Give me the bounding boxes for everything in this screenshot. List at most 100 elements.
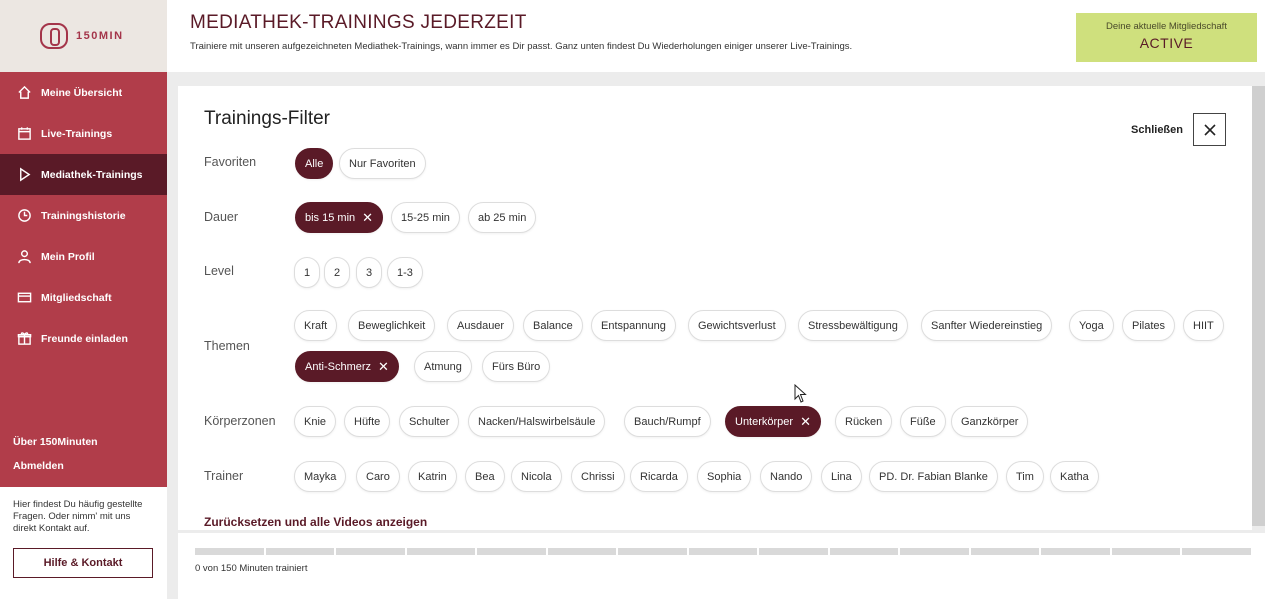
- sidebar-item-invite[interactable]: Freunde einladen: [0, 318, 167, 359]
- chip-level-3[interactable]: 3: [356, 257, 383, 288]
- chip-zone[interactable]: Füße: [900, 406, 946, 437]
- user-icon: [17, 249, 32, 264]
- progress-segment: [900, 548, 969, 555]
- chip-theme[interactable]: HIIT: [1183, 310, 1224, 341]
- chip-zone[interactable]: Schulter: [399, 406, 460, 437]
- help-text: Hier findest Du häufig gestellte Fragen.…: [13, 499, 143, 534]
- chip-duration-15-25[interactable]: 15-25 min: [391, 202, 460, 233]
- chip-zone[interactable]: Ganzkörper: [951, 406, 1029, 437]
- chip-theme[interactable]: Pilates: [1122, 310, 1176, 341]
- chip-theme-anti-schmerz[interactable]: Anti-Schmerz ✕: [295, 351, 399, 382]
- progress-segment: [618, 548, 687, 555]
- sidebar-item-overview[interactable]: Meine Übersicht: [0, 72, 167, 113]
- chip-trainer[interactable]: Mayka: [294, 461, 347, 492]
- chip-favorites-only[interactable]: Nur Favoriten: [339, 148, 426, 179]
- sidebar-item-label: Mediathek-Trainings: [41, 168, 143, 181]
- sidebar: 150MIN Meine Übersicht Live-Trainings Me…: [0, 0, 167, 599]
- chip-theme[interactable]: Sanfter Wiedereinstieg: [921, 310, 1053, 341]
- chip-trainer[interactable]: Chrissi: [571, 461, 625, 492]
- remove-icon: ✕: [362, 210, 374, 225]
- chip-theme[interactable]: Kraft: [294, 310, 338, 341]
- progress-segment: [1041, 548, 1110, 555]
- chip-trainer[interactable]: Tim: [1006, 461, 1044, 492]
- chip-trainer[interactable]: Lina: [821, 461, 862, 492]
- chip-theme[interactable]: Atmung: [414, 351, 472, 382]
- chip-theme[interactable]: Beweglichkeit: [348, 310, 436, 341]
- logo[interactable]: 150MIN: [0, 0, 167, 72]
- duration-label: Dauer: [204, 210, 239, 224]
- level-label: Level: [204, 264, 234, 278]
- progress-segment: [265, 548, 334, 555]
- chip-level-2[interactable]: 2: [324, 257, 351, 288]
- mouse-cursor-icon: [794, 384, 807, 403]
- progress-segment: [336, 548, 405, 555]
- chip-favorites-all[interactable]: Alle: [295, 148, 334, 179]
- chip-zone-unterkoerper[interactable]: Unterkörper ✕: [725, 406, 821, 437]
- progress-segment: [406, 548, 475, 555]
- chip-trainer[interactable]: Caro: [356, 461, 400, 492]
- themes-label: Themen: [204, 339, 250, 353]
- close-label[interactable]: Schließen: [1131, 124, 1183, 136]
- chip-zone[interactable]: Knie: [294, 406, 337, 437]
- about-link[interactable]: Über 150Minuten: [13, 436, 98, 448]
- calendar-icon: [17, 126, 32, 141]
- sidebar-item-live-trainings[interactable]: Live-Trainings: [0, 113, 167, 154]
- chip-level-1[interactable]: 1: [294, 257, 321, 288]
- chip-zone[interactable]: Nacken/Halswirbelsäule: [468, 406, 606, 437]
- chip-theme[interactable]: Gewichtsverlust: [688, 310, 786, 341]
- sidebar-links: Über 150Minuten Abmelden: [13, 436, 98, 484]
- chip-zone[interactable]: Rücken: [835, 406, 893, 437]
- reset-filters-link[interactable]: Zurücksetzen und alle Videos anzeigen: [204, 515, 427, 529]
- chip-theme[interactable]: Fürs Büro: [482, 351, 551, 382]
- clock-icon: [17, 208, 32, 223]
- chip-trainer[interactable]: PD. Dr. Fabian Blanke: [869, 461, 998, 492]
- sidebar-item-label: Live-Trainings: [41, 127, 113, 140]
- progress-segment: [829, 548, 898, 555]
- progress-segment: [1182, 548, 1251, 555]
- chip-trainer[interactable]: Katha: [1050, 461, 1099, 492]
- chip-zone[interactable]: Hüfte: [344, 406, 391, 437]
- chip-theme[interactable]: Entspannung: [591, 310, 676, 341]
- progress-segment: [1111, 548, 1180, 555]
- close-area: Schließen: [1131, 113, 1226, 146]
- close-button[interactable]: [1193, 113, 1226, 146]
- sidebar-item-mediathek[interactable]: Mediathek-Trainings: [0, 154, 167, 195]
- filter-title: Trainings-Filter: [204, 108, 330, 129]
- remove-icon: ✕: [800, 414, 811, 429]
- chip-trainer[interactable]: Ricarda: [630, 461, 688, 492]
- chip-theme[interactable]: Balance: [523, 310, 583, 341]
- help-contact-button[interactable]: Hilfe & Kontakt: [13, 548, 153, 578]
- play-icon: [17, 167, 32, 182]
- chip-duration-25[interactable]: ab 25 min: [468, 202, 537, 233]
- chip-theme[interactable]: Yoga: [1069, 310, 1114, 341]
- card-icon: [17, 290, 32, 305]
- progress-bar: [195, 548, 1251, 555]
- progress-segment: [477, 548, 546, 555]
- chip-duration-15[interactable]: bis 15 min ✕: [295, 202, 384, 233]
- sidebar-item-membership[interactable]: Mitgliedschaft: [0, 277, 167, 318]
- chip-trainer[interactable]: Katrin: [408, 461, 457, 492]
- page-subtitle: Trainiere mit unseren aufgezeichneten Me…: [190, 41, 853, 52]
- sidebar-item-profile[interactable]: Mein Profil: [0, 236, 167, 277]
- sidebar-item-history[interactable]: Trainingshistorie: [0, 195, 167, 236]
- chip-trainer[interactable]: Bea: [465, 461, 505, 492]
- close-icon: [1203, 123, 1216, 136]
- sidebar-item-label: Mein Profil: [41, 250, 95, 263]
- sidebar-item-label: Trainingshistorie: [41, 209, 126, 222]
- progress-segment: [759, 548, 828, 555]
- progress-segment: [970, 548, 1039, 555]
- logout-link[interactable]: Abmelden: [13, 460, 98, 472]
- chip-theme[interactable]: Stressbewältigung: [798, 310, 908, 341]
- progress-segment: [195, 548, 264, 555]
- chip-level-1-3[interactable]: 1-3: [387, 257, 423, 288]
- chip-trainer[interactable]: Sophia: [697, 461, 752, 492]
- progress-segment: [547, 548, 616, 555]
- chip-trainer[interactable]: Nicola: [511, 461, 562, 492]
- chip-trainer[interactable]: Nando: [760, 461, 813, 492]
- chip-zone[interactable]: Bauch/Rumpf: [624, 406, 711, 437]
- sidebar-item-label: Freunde einladen: [41, 332, 128, 345]
- help-box: Hier findest Du häufig gestellte Fragen.…: [0, 487, 167, 599]
- page-header: MEDIATHEK-TRAININGS JEDERZEIT Trainiere …: [167, 0, 1265, 72]
- filter-modal: Trainings-Filter Schließen Favoriten All…: [178, 86, 1252, 530]
- chip-theme[interactable]: Ausdauer: [447, 310, 515, 341]
